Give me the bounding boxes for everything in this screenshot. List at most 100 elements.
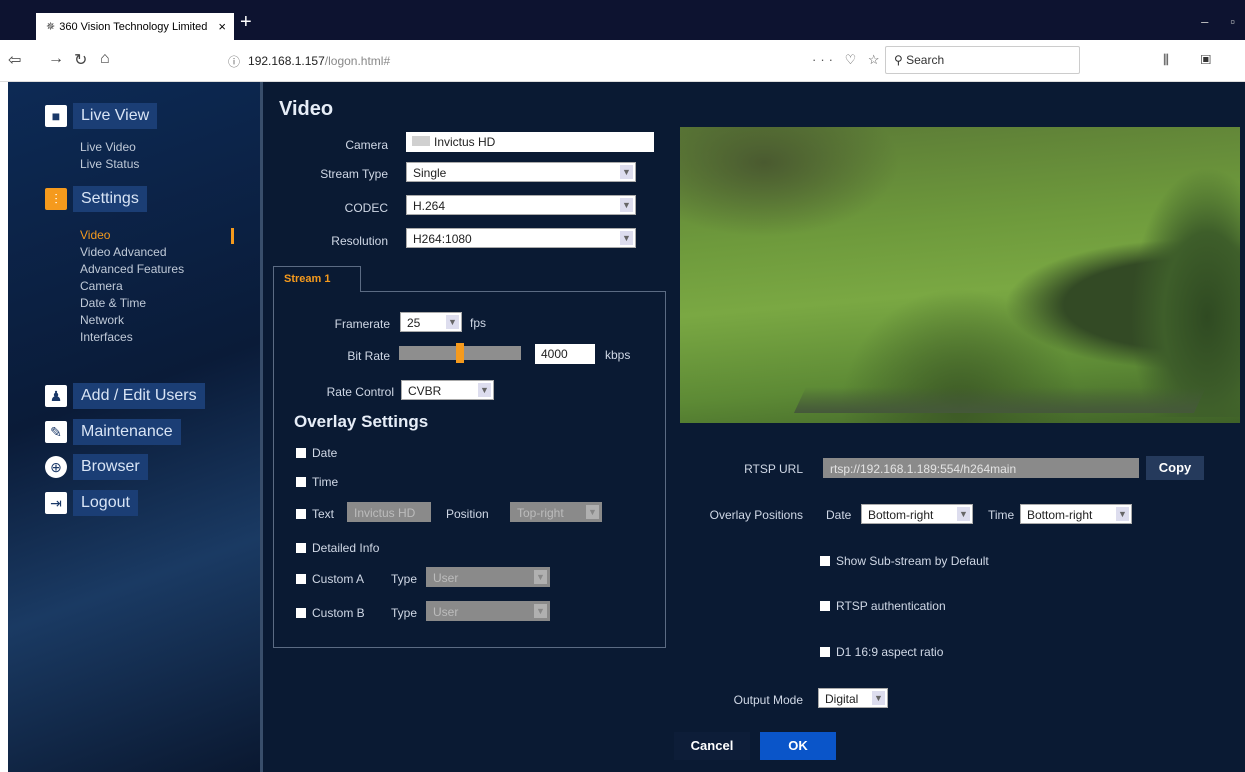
page-title: Video <box>279 98 334 120</box>
reload-icon[interactable]: ↻ <box>74 50 87 70</box>
nav-logout[interactable]: ⇥ Logout <box>45 489 138 517</box>
home-icon[interactable]: ⌂ <box>100 50 110 68</box>
close-tab-icon[interactable]: × <box>218 19 226 34</box>
rtsp-authentication-label: RTSP authentication <box>836 599 946 613</box>
custom-a-label: Custom A <box>312 572 365 586</box>
site-info-icon[interactable]: ⓘ <box>228 53 240 70</box>
chevron-down-icon: ▼ <box>872 691 885 705</box>
output-mode-value: Digital <box>825 692 859 706</box>
detailed-info-label: Detailed Info <box>312 541 380 555</box>
overlay-position-select[interactable]: Top-right ▼ <box>510 502 602 522</box>
active-indicator <box>231 228 234 244</box>
d1-aspect-label: D1 16:9 aspect ratio <box>836 645 944 659</box>
library-icon[interactable]: ⫼ ▣ <box>1163 52 1225 68</box>
custom-b-type-value: User <box>433 605 459 619</box>
custom-b-type-label: Type <box>391 606 418 620</box>
nav-settings[interactable]: ⫶ Settings <box>45 185 147 213</box>
d1-aspect-checkbox[interactable]: D1 16:9 aspect ratio <box>820 645 943 659</box>
overlay-time-checkbox[interactable]: Time <box>296 475 338 489</box>
search-input[interactable]: ⚲ Search <box>885 46 1080 74</box>
bitrate-unit: kbps <box>605 348 631 362</box>
custom-b-checkbox[interactable]: Custom B <box>296 606 365 620</box>
custom-b-type-select[interactable]: User ▼ <box>426 601 550 621</box>
browser-tab[interactable]: ✵ 360 Vision Technology Limited × <box>36 13 234 40</box>
forward-icon[interactable]: → <box>48 50 64 68</box>
rate-control-value: CVBR <box>408 384 442 398</box>
overlay-time-label: Time <box>312 475 339 489</box>
overlay-text-label: Text <box>312 507 335 521</box>
chevron-down-icon: ▼ <box>534 604 547 618</box>
camera-name-field[interactable]: Invictus HD <box>406 132 654 152</box>
sidebar-item-camera[interactable]: Camera <box>80 279 123 293</box>
sidebar-item-advanced-features[interactable]: Advanced Features <box>80 262 184 276</box>
checkbox-box <box>296 543 306 553</box>
search-placeholder: Search <box>906 53 945 67</box>
overlay-position-value: Top-right <box>517 506 564 520</box>
show-substream-checkbox[interactable]: Show Sub-stream by Default <box>820 554 989 568</box>
search-icon: ⚲ <box>894 53 907 67</box>
sidebar-item-interfaces[interactable]: Interfaces <box>80 330 133 344</box>
custom-a-checkbox[interactable]: Custom A <box>296 572 364 586</box>
browser-titlebar: ✵ 360 Vision Technology Limited × + – ▫ <box>0 0 1245 40</box>
rtsp-url-field[interactable]: rtsp://192.168.1.189:554/h264main <box>823 458 1139 478</box>
preview-foliage <box>1130 167 1240 417</box>
overlay-time-position-select[interactable]: Bottom-right ▼ <box>1020 504 1132 524</box>
rate-control-select[interactable]: CVBR ▼ <box>401 380 494 400</box>
custom-a-type-select[interactable]: User ▼ <box>426 567 550 587</box>
camera-label: Camera <box>345 138 388 152</box>
stream-type-select[interactable]: Single ▼ <box>406 162 636 182</box>
resolution-value: H264:1080 <box>413 232 472 246</box>
back-icon[interactable]: ⇦ <box>8 50 21 70</box>
codec-value: H.264 <box>413 199 446 213</box>
overlay-text-checkbox[interactable]: Text <box>296 507 334 521</box>
overlay-time-pos-label: Time <box>988 508 1015 522</box>
window-controls: – ▫ <box>1201 14 1235 29</box>
chevron-down-icon: ▼ <box>446 315 459 329</box>
maximize-icon[interactable]: ▫ <box>1230 14 1235 29</box>
overlay-date-position-select[interactable]: Bottom-right ▼ <box>861 504 973 524</box>
nav-add-edit-users[interactable]: ♟ Add / Edit Users <box>45 382 205 410</box>
new-tab-icon[interactable]: + <box>240 12 252 32</box>
ok-button[interactable]: OK <box>760 732 836 760</box>
url-path: /logon.html# <box>324 54 391 68</box>
checkbox-box <box>820 647 830 657</box>
overlay-date-checkbox[interactable]: Date <box>296 446 337 460</box>
sidebar-item-video[interactable]: Video <box>80 228 110 242</box>
sidebar-item-date-time[interactable]: Date & Time <box>80 296 146 310</box>
bitrate-field[interactable]: 4000 <box>535 344 595 364</box>
nav-maintenance[interactable]: ✎ Maintenance <box>45 418 181 446</box>
bitrate-slider-track[interactable] <box>399 343 521 363</box>
framerate-label: Framerate <box>334 317 390 331</box>
sliders-icon: ⫶ <box>45 188 67 210</box>
rtsp-authentication-checkbox[interactable]: RTSP authentication <box>820 599 946 613</box>
sidebar-item-network[interactable]: Network <box>80 313 124 327</box>
codec-select[interactable]: H.264 ▼ <box>406 195 636 215</box>
bitrate-slider-thumb[interactable] <box>456 343 464 363</box>
url-bar[interactable]: ⓘ 192.168.1.157/logon.html# <box>228 47 878 75</box>
user-add-icon: ♟ <box>45 385 67 407</box>
chevron-down-icon: ▼ <box>620 198 633 212</box>
checkbox-box <box>296 574 306 584</box>
resolution-select[interactable]: H264:1080 ▼ <box>406 228 636 248</box>
nav-maintenance-label: Maintenance <box>73 419 181 445</box>
sidebar-item-live-status[interactable]: Live Status <box>80 157 139 171</box>
framerate-select[interactable]: 25 ▼ <box>400 312 462 332</box>
overlay-text-field[interactable]: Invictus HD <box>347 502 431 522</box>
copy-button[interactable]: Copy <box>1146 456 1204 480</box>
stream-panel <box>273 291 666 648</box>
tab-stream-1[interactable]: Stream 1 <box>273 266 361 292</box>
nav-live-view[interactable]: ■ Live View <box>45 102 158 130</box>
sidebar-item-video-advanced[interactable]: Video Advanced <box>80 245 167 259</box>
sidebar-item-live-video[interactable]: Live Video <box>80 140 136 154</box>
minimize-icon[interactable]: – <box>1201 14 1208 29</box>
detailed-info-checkbox[interactable]: Detailed Info <box>296 541 379 555</box>
chevron-down-icon: ▼ <box>620 231 633 245</box>
page-actions-icon[interactable]: ··· ♡ ☆ <box>812 52 884 68</box>
nav-browser[interactable]: ⊕ Browser <box>45 453 148 481</box>
output-mode-select[interactable]: Digital ▼ <box>818 688 888 708</box>
chevron-down-icon: ▼ <box>478 383 491 397</box>
chevron-down-icon: ▼ <box>586 505 599 519</box>
rate-control-label: Rate Control <box>326 385 394 399</box>
cancel-button[interactable]: Cancel <box>674 732 750 760</box>
url-host: 192.168.1.157 <box>248 54 325 68</box>
